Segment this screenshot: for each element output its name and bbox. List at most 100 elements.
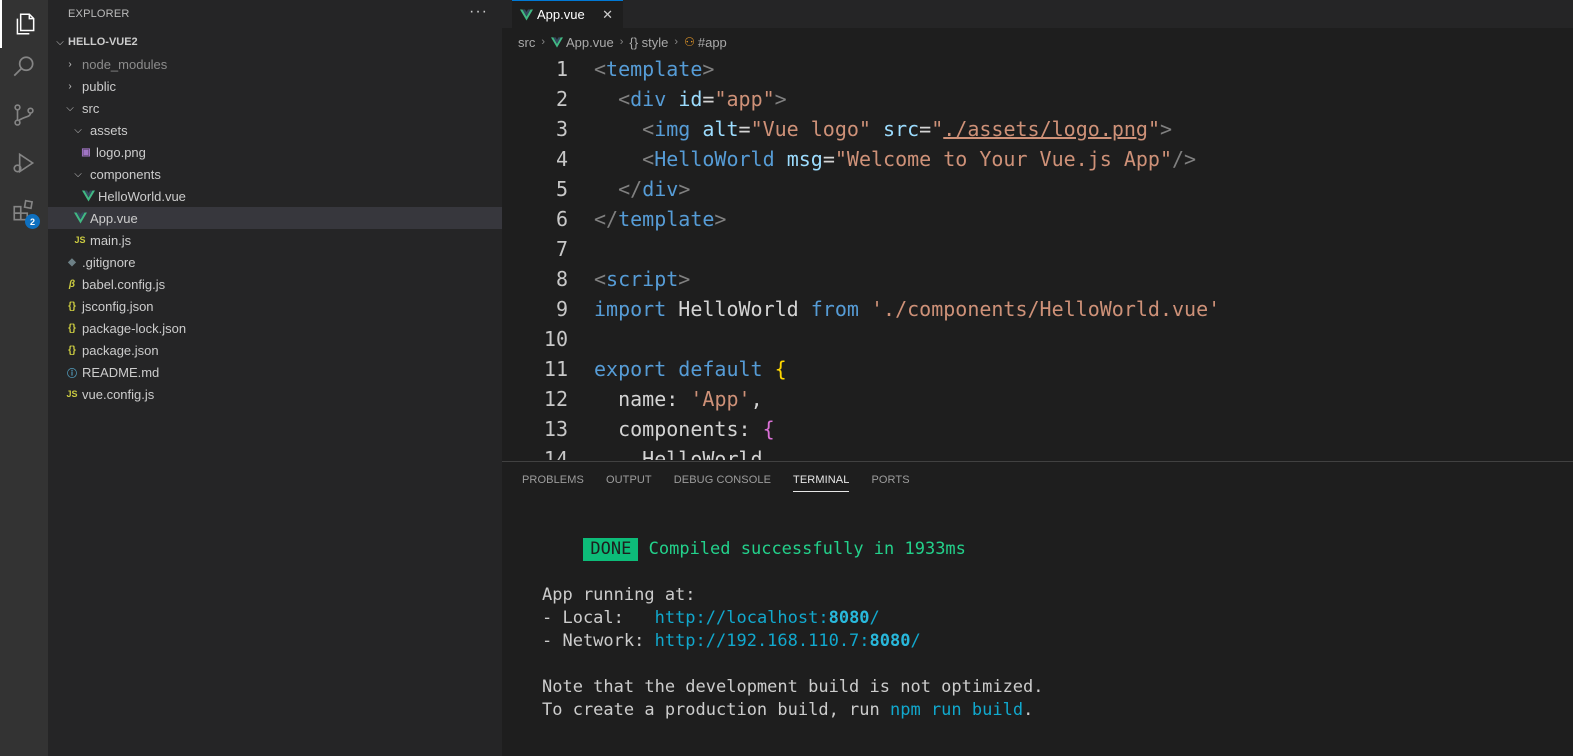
run-debug-activity-button[interactable] [0,139,48,187]
tab-app-vue[interactable]: App.vue ✕ [512,0,623,28]
line-number: 2 [555,87,568,111]
activity-bar: 2 [0,0,48,756]
vue-file-icon [551,36,564,48]
source-control-activity-button[interactable] [0,91,48,139]
line-number: 3 [555,117,568,141]
terminal-line: To create a production build, run npm ru… [542,700,1034,720]
line-number: 5 [555,177,568,201]
line-number: 7 [555,237,568,261]
close-icon[interactable]: ✕ [602,7,613,23]
run-debug-icon [13,152,35,174]
line-number: 12 [543,387,568,411]
tree-item-assets[interactable]: ⌵ assets [48,119,502,141]
git-file-icon: ◆ [68,256,76,268]
vue-file-icon [520,9,533,20]
tab-debug-console[interactable]: DEBUG CONSOLE [674,472,771,492]
tree-item-app-vue[interactable]: App.vue [48,207,502,229]
chevron-down-icon: ⌵ [66,102,74,114]
tab-output[interactable]: OUTPUT [606,472,652,492]
vue-file-icon [72,210,88,226]
local-url-link[interactable]: http://localhost:8080/ [655,608,880,628]
code-editor[interactable]: 1 <template> 2 <div id="app"> 3 <img alt… [502,54,1573,460]
tree-item-components[interactable]: ⌵ components [48,163,502,185]
chevron-down-icon: ⌵ [74,124,82,136]
chevron-right-icon: › [619,36,624,48]
breadcrumb-item[interactable]: src [518,35,535,50]
code-line: 13 components: { [502,414,1573,444]
line-number: 4 [555,147,568,171]
terminal-line: Note that the development build is not o… [542,677,1044,697]
tree-item-jsconfig[interactable]: {} jsconfig.json [48,295,502,317]
tree-item-main-js[interactable]: JS main.js [48,229,502,251]
tree-item-src[interactable]: ⌵ src [48,97,502,119]
project-root[interactable]: ⌵ HELLO-VUE2 [48,31,502,53]
explorer-activity-button[interactable] [0,0,48,48]
line-number: 13 [543,417,568,441]
json-file-icon: {} [68,322,76,334]
code-line: 7 [502,234,1573,264]
code-line: 4 <HelloWorld msg="Welcome to Your Vue.j… [502,144,1573,174]
done-badge: DONE [583,538,639,561]
selector-icon: ⚇ [684,35,695,49]
breadcrumb: src › App.vue › {} style › ⚇ #app [518,32,727,52]
search-activity-button[interactable] [0,43,48,91]
source-control-icon [14,104,34,126]
tree-item-package-json[interactable]: {} package.json [48,339,502,361]
code-line: 3 <img alt="Vue logo" src="./assets/logo… [502,114,1573,144]
panel-tabs: PROBLEMS OUTPUT DEBUG CONSOLE TERMINAL P… [522,472,932,492]
terminal-line: - Local: http://localhost:8080/ [542,608,880,628]
breadcrumb-item[interactable]: {} style [629,35,668,50]
code-line: 11 export default { [502,354,1573,384]
tree-item-package-lock[interactable]: {} package-lock.json [48,317,502,339]
breadcrumb-item[interactable]: ⚇ #app [684,35,727,50]
bottom-panel: PROBLEMS OUTPUT DEBUG CONSOLE TERMINAL P… [502,461,1573,756]
chevron-right-icon: › [68,80,72,92]
files-icon [16,13,35,35]
tab-ports[interactable]: PORTS [871,472,909,492]
info-file-icon: ⓘ [67,368,77,380]
json-file-icon: {} [68,344,76,356]
sidebar-title: EXPLORER [68,8,130,20]
tree-item-node-modules[interactable]: › node_modules [48,53,502,75]
tree-item-vue-config[interactable]: JS vue.config.js [48,383,502,405]
js-file-icon: JS [66,389,78,399]
code-line: 2 <div id="app"> [502,84,1573,114]
editor-tab-bar: App.vue ✕ [502,0,1573,28]
tree-item-gitignore[interactable]: ◆ .gitignore [48,251,502,273]
line-number: 14 [543,447,568,460]
chevron-right-icon: › [541,36,546,48]
more-actions-button[interactable]: ··· [469,3,488,21]
terminal-line: - Network: http://192.168.110.7:8080/ [542,631,921,651]
tree-item-public[interactable]: › public [48,75,502,97]
line-number: 10 [543,327,568,351]
babel-file-icon: β [68,278,76,290]
tab-problems[interactable]: PROBLEMS [522,472,584,492]
code-line: 8 <script> [502,264,1573,294]
chevron-right-icon: › [68,58,72,70]
extensions-activity-button[interactable]: 2 [0,187,48,235]
breadcrumb-item[interactable]: App.vue [551,35,614,50]
search-icon [13,56,34,77]
tree-item-readme[interactable]: ⓘ README.md [48,361,502,383]
code-line: 9 import HelloWorld from './components/H… [502,294,1573,324]
tree-item-logo-png[interactable]: ▣ logo.png [48,141,502,163]
path-link[interactable]: ./assets/logo.png [943,117,1148,141]
code-line: 5 </div> [502,174,1573,204]
extensions-badge: 2 [25,214,40,229]
line-number: 9 [555,297,568,321]
code-line: 6 </template> [502,204,1573,234]
chevron-right-icon: › [674,36,679,48]
vue-file-icon [80,188,96,204]
tree-item-babel-config[interactable]: β babel.config.js [48,273,502,295]
terminal-line: App running at: [542,585,696,605]
tab-label: App.vue [537,7,585,22]
code-line: 1 <template> [502,54,1573,84]
explorer-sidebar: EXPLORER ··· ⌵ HELLO-VUE2 › node_modules… [48,0,502,756]
tab-terminal[interactable]: TERMINAL [793,472,850,492]
line-number: 11 [543,357,568,381]
tree-item-helloworld-vue[interactable]: HelloWorld.vue [48,185,502,207]
js-file-icon: JS [74,235,86,245]
chevron-down-icon: ⌵ [74,168,82,180]
network-url-link[interactable]: http://192.168.110.7:8080/ [655,631,921,651]
terminal-line: DONE Compiled successfully in 1933ms [522,515,966,561]
